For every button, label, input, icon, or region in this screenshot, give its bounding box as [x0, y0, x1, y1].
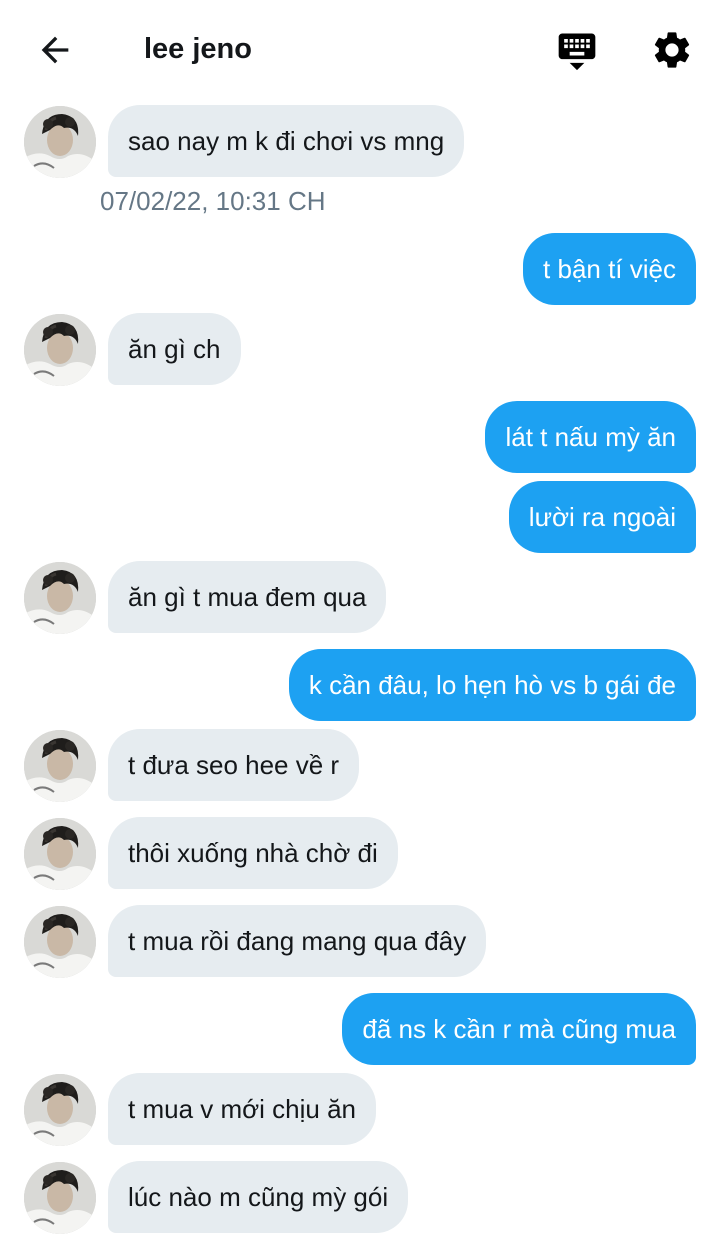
- settings-button[interactable]: [648, 26, 696, 74]
- incoming-message-row: lúc nào m cũng mỳ gói: [0, 1161, 720, 1234]
- avatar[interactable]: [24, 906, 96, 978]
- avatar[interactable]: [24, 562, 96, 634]
- outgoing-message-row: lát t nấu mỳ ăn: [0, 401, 720, 473]
- incoming-message-row: sao nay m k đi chơi vs mng: [0, 105, 720, 178]
- incoming-message-bubble[interactable]: t mua v mới chịu ăn: [108, 1073, 377, 1145]
- incoming-message-bubble[interactable]: thôi xuống nhà chờ đi: [108, 817, 398, 889]
- conversation-title: lee jeno: [144, 33, 252, 65]
- outgoing-message-bubble[interactable]: t bận tí việc: [523, 233, 696, 305]
- message-timestamp: 07/02/22, 10:31 CH: [100, 186, 326, 216]
- outgoing-message-bubble[interactable]: lười ra ngoài: [508, 481, 696, 553]
- incoming-message-bubble[interactable]: ăn gì ch: [108, 313, 241, 385]
- outgoing-message-row: t bận tí việc: [0, 233, 720, 305]
- incoming-message-row: thôi xuống nhà chờ đi: [0, 817, 720, 890]
- incoming-message-bubble[interactable]: t mua rồi đang mang qua đây: [108, 905, 487, 977]
- avatar[interactable]: [24, 314, 96, 386]
- outgoing-message-row: k cần đâu, lo hẹn hò vs b gái đe: [0, 649, 720, 721]
- outgoing-message-row: đã ns k cần r mà cũng mua: [0, 993, 720, 1065]
- keyboard-button[interactable]: [553, 26, 601, 74]
- incoming-message-row: ăn gì t mua đem qua: [0, 561, 720, 634]
- avatar[interactable]: [24, 1162, 96, 1234]
- incoming-message-bubble[interactable]: lúc nào m cũng mỳ gói: [108, 1161, 409, 1233]
- outgoing-message-row: lười ra ngoài: [0, 481, 720, 553]
- avatar[interactable]: [24, 730, 96, 802]
- arrow-left-icon: [41, 36, 69, 64]
- avatar[interactable]: [24, 106, 96, 178]
- incoming-message-bubble[interactable]: t đưa seo hee về r: [108, 729, 360, 801]
- incoming-message-row: t mua rồi đang mang qua đây: [0, 905, 720, 978]
- outgoing-message-bubble[interactable]: đã ns k cần r mà cũng mua: [342, 993, 696, 1065]
- outgoing-message-bubble[interactable]: lát t nấu mỳ ăn: [485, 401, 696, 473]
- incoming-message-bubble[interactable]: ăn gì t mua đem qua: [108, 561, 387, 633]
- incoming-message-row: t mua v mới chịu ăn: [0, 1073, 720, 1146]
- incoming-message-row: ăn gì ch: [0, 313, 720, 386]
- avatar[interactable]: [24, 1074, 96, 1146]
- keyboard-icon: [558, 33, 596, 71]
- gear-icon: [654, 32, 690, 68]
- incoming-message-row: t đưa seo hee về r: [0, 729, 720, 802]
- incoming-message-bubble[interactable]: sao nay m k đi chơi vs mng: [108, 105, 465, 177]
- chat-header: lee jeno: [0, 0, 720, 98]
- avatar[interactable]: [24, 818, 96, 890]
- outgoing-message-bubble[interactable]: k cần đâu, lo hẹn hò vs b gái đe: [288, 649, 696, 721]
- back-button[interactable]: [30, 25, 80, 75]
